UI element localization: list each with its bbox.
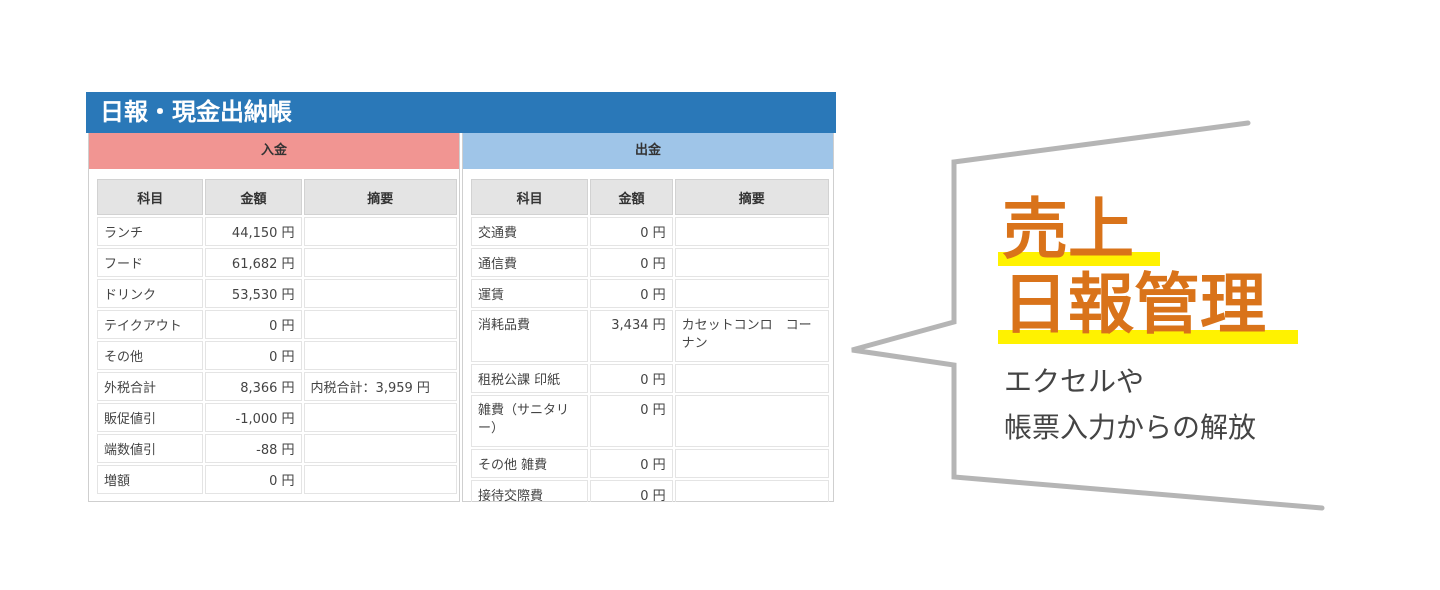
callout-sub-line2: 帳票入力からの解放 xyxy=(1004,411,1257,444)
callout-heading-line2: 日報管理 xyxy=(1002,266,1266,343)
callout-heading-line1: 売上 xyxy=(1002,191,1134,268)
callout-sub-line1: エクセルや xyxy=(1004,365,1145,398)
